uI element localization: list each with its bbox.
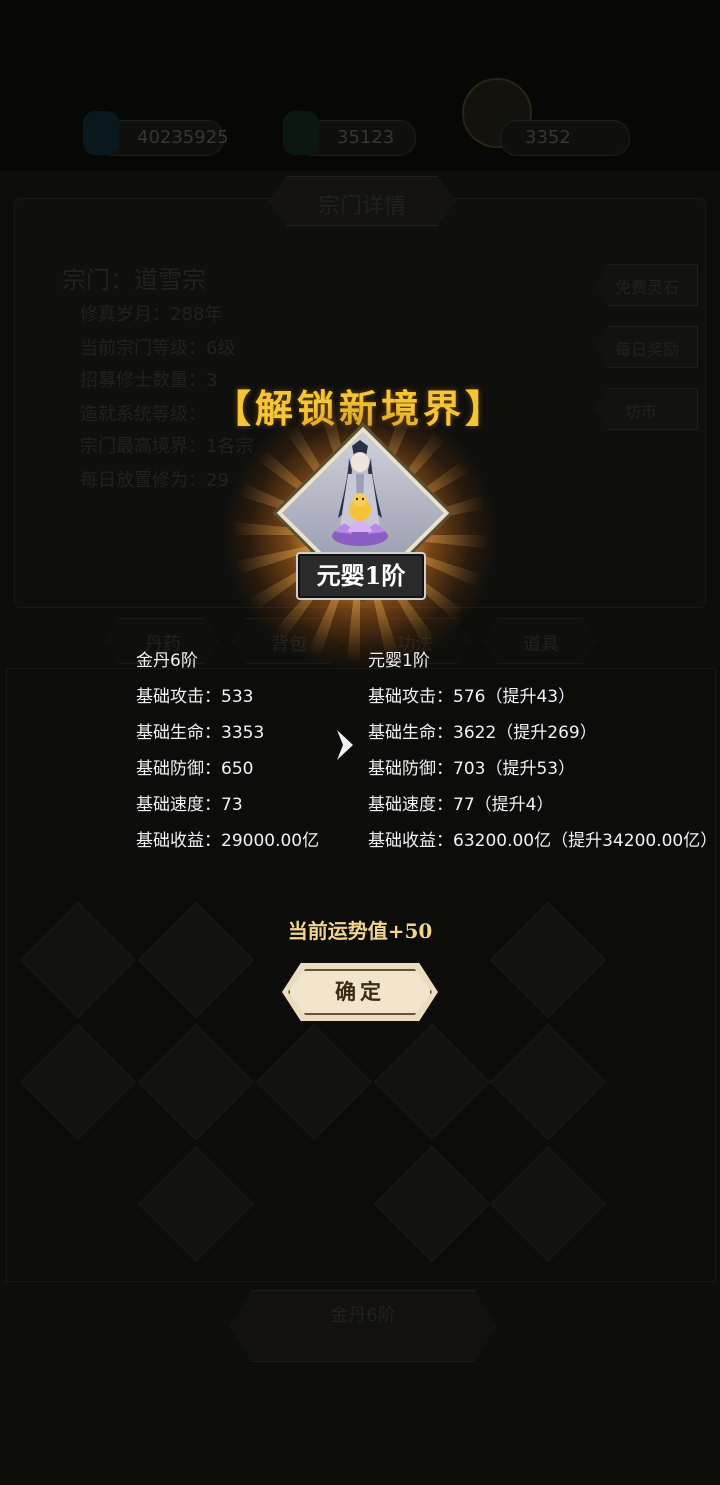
new-stat-speed: 基础速度：77（提升4） — [368, 795, 554, 815]
old-stat-speed: 基础速度：73 — [136, 795, 243, 815]
new-realm-header: 元婴1阶 — [368, 651, 430, 671]
old-realm-header: 金丹6阶 — [136, 651, 198, 671]
chevron-right-icon — [337, 730, 353, 760]
confirm-button-label: 确定 — [335, 979, 385, 1004]
new-stat-hp: 基础生命：3622（提升269） — [368, 723, 597, 743]
old-stat-attack: 基础攻击：533 — [136, 687, 254, 707]
old-stat-hp: 基础生命：3353 — [136, 723, 265, 743]
old-stats: 金丹6阶 基础攻击：533 基础生命：3353 基础防御：650 基础速度：73… — [136, 643, 319, 859]
rank-badge: 元婴1阶 — [296, 552, 426, 600]
confirm-button[interactable]: 确定 — [282, 963, 438, 1021]
old-stat-defense: 基础防御：650 — [136, 759, 254, 779]
new-stats: 元婴1阶 基础攻击：576（提升43） 基础生命：3622（提升269） 基础防… — [368, 643, 717, 859]
new-stat-income: 基础收益：63200.00亿（提升34200.00亿） — [368, 831, 718, 851]
nascent-soul-figure-icon — [332, 440, 388, 546]
new-stat-attack: 基础攻击：576（提升43） — [368, 687, 576, 707]
fortune-value: 当前运势值+50 — [287, 919, 433, 943]
new-stat-defense: 基础防御：703（提升53） — [368, 759, 576, 779]
old-stat-income: 基础收益：29000.00亿 — [136, 831, 320, 851]
